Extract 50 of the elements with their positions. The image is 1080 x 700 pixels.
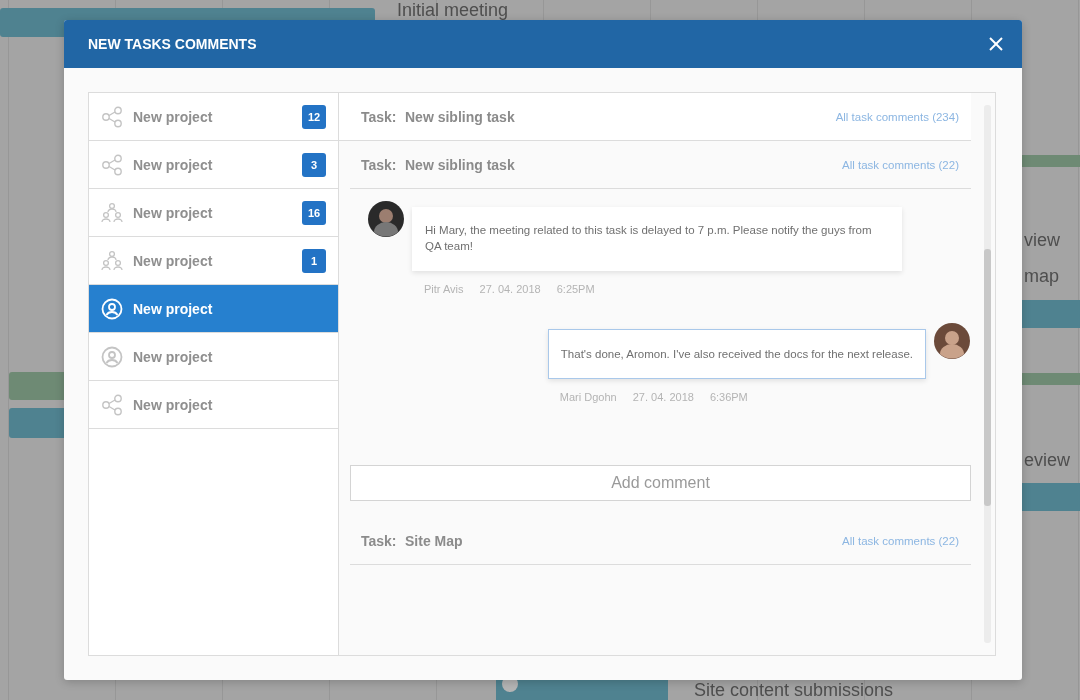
comment-bubble: That's done, Aromon. I've also received the docs for the next release. [547,329,926,379]
project-name: New project [133,108,214,125]
share-icon [101,393,123,416]
comment-time: 6:36PM [709,391,748,403]
team-icon [101,201,123,224]
project-name: New project [133,396,214,413]
task-header[interactable]: Task: New sibling task All task comments (234) [339,93,971,141]
comments-link[interactable]: All task comments (22) [842,534,959,547]
user-circle-icon [101,345,123,368]
project-name: New project [133,300,214,317]
dialog-title: NEW TASKS COMMENTS [88,36,257,52]
task-name: Site Map [405,532,464,549]
task-name: New sibling task [405,156,516,173]
user-circle-icon [101,297,123,320]
team-icon [101,249,123,272]
comment-author: Mari Dgohn [559,391,617,403]
task-header[interactable]: Task: Site Map All task comments (22) [350,517,971,565]
project-item[interactable]: New project [89,285,338,333]
share-icon [101,153,123,176]
task-label: Task: [361,108,398,125]
avatar [934,323,970,359]
project-name: New project [133,156,214,173]
comment-field[interactable]: Add comment [350,465,971,501]
task-name: New sibling task [405,108,516,125]
count-badge: 12 [302,104,326,129]
gantt-label: map [1024,266,1059,286]
comment-author: Pitr Avis [424,283,464,295]
project-name: New project [133,252,214,269]
gantt-label: eview [1024,450,1071,470]
count-badge: 1 [302,248,326,273]
scrollbar-track[interactable] [984,105,991,643]
comment-time: 6:25PM [556,283,595,295]
avatar [368,201,404,237]
share-icon [101,105,123,128]
comment-date: 27. 04. 2018 [479,283,541,295]
gantt-label: Initial meeting [397,0,509,20]
comments-link[interactable]: All task comments (22) [842,158,959,171]
scrollbar-thumb[interactable] [984,249,991,506]
project-name: New project [133,348,214,365]
comments-link[interactable]: All task comments (234) [835,110,959,123]
comment-bubble: Hi Mary, the meeting related to this task is delayed to 7 p.m. Please notify the guys from QA team! [412,207,902,271]
task-label: Task: [361,156,398,173]
gantt-label: Site content submissions [694,680,894,700]
gantt-label: view [1024,230,1060,250]
project-name: New project [133,204,214,221]
count-badge: 3 [302,152,326,177]
count-badge: 16 [302,200,326,225]
task-label: Task: [361,532,398,549]
comment-date: 27. 04. 2018 [632,391,694,403]
task-header[interactable]: Task: New sibling task All task comments (22) [350,141,971,189]
